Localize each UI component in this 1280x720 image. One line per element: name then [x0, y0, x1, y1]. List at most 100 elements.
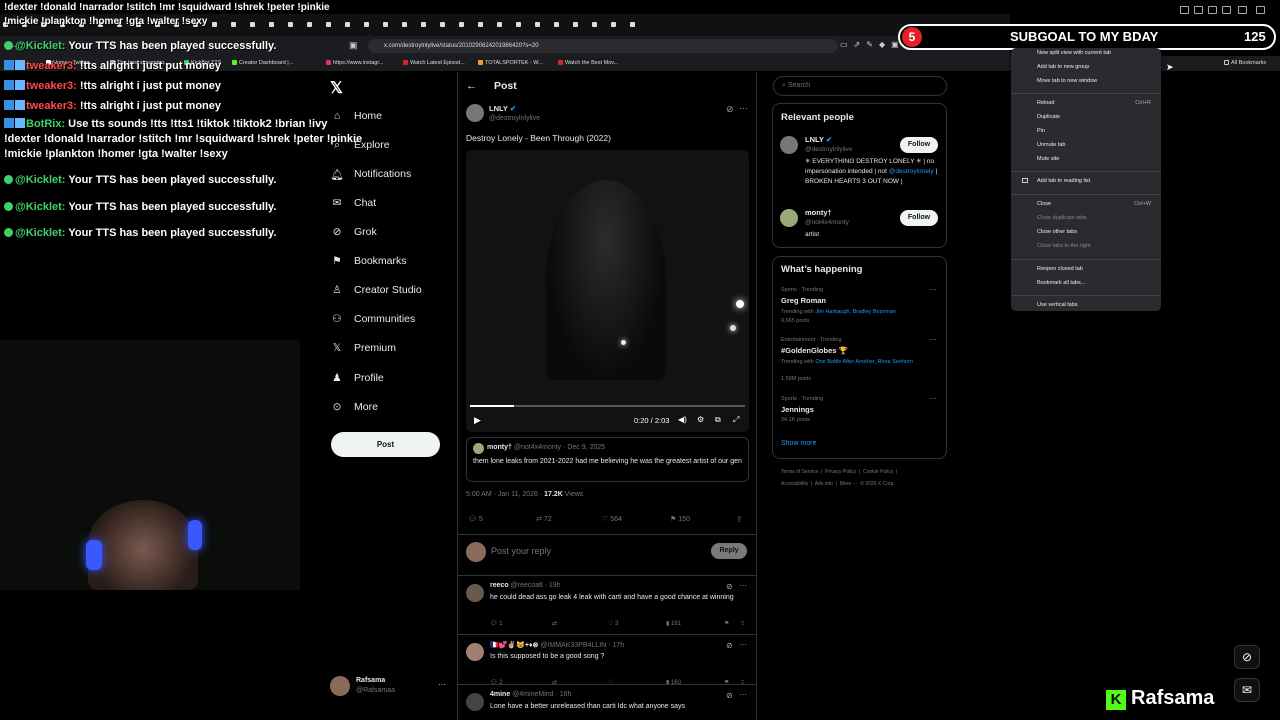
- reply-name[interactable]: reeco: [490, 582, 509, 589]
- nav-item-more[interactable]: ⊙ More: [330, 397, 378, 417]
- trend-item[interactable]: Sports · Trending ··· Greg Roman Trending w…: [781, 285, 941, 333]
- author-avatar[interactable]: [466, 104, 484, 122]
- reply-more-icon[interactable]: ···: [739, 640, 747, 649]
- person-handle[interactable]: @not4x4monty: [805, 219, 849, 226]
- nav-item-home[interactable]: ⌂ Home: [330, 106, 382, 126]
- reply-handle[interactable]: @4mineMind · 16h: [512, 691, 571, 698]
- trend-more-icon[interactable]: ···: [929, 285, 937, 294]
- repost-action[interactable]: ⇄: [552, 620, 557, 627]
- like-action[interactable]: ♡ 3: [608, 620, 618, 627]
- menu-item[interactable]: Pin: [1037, 128, 1045, 134]
- views-action[interactable]: ▮ 191: [666, 620, 681, 627]
- reply-button[interactable]: Reply: [711, 543, 747, 559]
- browser-tab[interactable]: [475, 14, 494, 36]
- bookmark-item[interactable]: Creator Dashboard |...: [232, 56, 293, 71]
- reply-input[interactable]: Post your reply: [491, 546, 551, 556]
- menu-item[interactable]: Close: [1037, 201, 1051, 207]
- bio-link[interactable]: @destroylonely: [889, 168, 934, 175]
- browser-tab[interactable]: [266, 14, 285, 36]
- bookmark-item[interactable]: https://www.instagr...: [326, 56, 383, 71]
- reply-avatar[interactable]: [466, 693, 484, 711]
- menu-item[interactable]: Bookmark all tabs...: [1037, 280, 1085, 286]
- toolbar-icon[interactable]: [1222, 6, 1231, 14]
- nav-item-premium[interactable]: 𝕏 Premium: [330, 338, 396, 358]
- browser-tab[interactable]: [456, 14, 475, 36]
- post-more-icon[interactable]: ···: [739, 103, 748, 113]
- menu-item[interactable]: Add tab to reading list: [1037, 178, 1090, 184]
- author-name[interactable]: LNLY ✔: [489, 104, 516, 113]
- reply-post[interactable]: 4mine @4mineMind · 16h ⊘ ··· Lone have a be…: [458, 684, 756, 720]
- browser-tab[interactable]: [513, 14, 532, 36]
- menu-item[interactable]: Close other tabs: [1037, 229, 1077, 235]
- browser-tab[interactable]: [494, 14, 513, 36]
- person-handle[interactable]: @destroylnlylive: [805, 146, 852, 153]
- chat-username[interactable]: tweaker3:: [26, 80, 77, 92]
- chat-username[interactable]: tweaker3:: [26, 100, 77, 112]
- reply-handle[interactable]: @reecoatl · 19h: [511, 582, 561, 589]
- menu-item[interactable]: Use vertical tabs: [1037, 302, 1078, 308]
- nav-item-grok[interactable]: ⊘ Grok: [330, 222, 377, 242]
- trend-item[interactable]: Sports · Trending ··· Jennings 24.1K posts: [781, 394, 941, 442]
- browser-tab[interactable]: [418, 14, 437, 36]
- like-action[interactable]: ♡ 564: [602, 515, 622, 523]
- bookmark-action[interactable]: ⚑ 150: [670, 515, 690, 523]
- bookmark-item[interactable]: Watch Latest Episod...: [403, 56, 465, 71]
- trend-more-icon[interactable]: ···: [929, 335, 937, 344]
- browser-tab[interactable]: [247, 14, 266, 36]
- person-name[interactable]: LNLY ✔: [805, 135, 832, 144]
- browser-tab[interactable]: [570, 14, 589, 36]
- browser-tab[interactable]: [627, 14, 646, 36]
- volume-icon[interactable]: ◀): [678, 415, 687, 424]
- account-switcher[interactable]: Rafsama @Rafsamaa ···: [330, 676, 448, 698]
- nav-item-notifications[interactable]: 🔔︎ Notifications: [330, 164, 411, 184]
- post-button[interactable]: Post: [331, 432, 440, 457]
- browser-tab[interactable]: [437, 14, 456, 36]
- bookmark-icon[interactable]: ⚑: [724, 620, 729, 627]
- bookmark-item[interactable]: TOTALSPORTEK - W...: [478, 56, 543, 71]
- video-player[interactable]: ▶ 0:20 / 2:03 ◀) ⚙ ⧉ ⤢: [466, 150, 749, 432]
- browser-tab[interactable]: [589, 14, 608, 36]
- nav-item-bookmarks[interactable]: ⚑ Bookmarks: [330, 251, 406, 271]
- trend-related-link[interactable]: One Battle After Another, Rhea Seehorn: [815, 359, 913, 365]
- share-icon[interactable]: ⇪: [740, 620, 745, 627]
- all-bookmarks[interactable]: All Bookmarks: [1224, 56, 1266, 71]
- menu-item[interactable]: Reload: [1037, 100, 1054, 106]
- reply-more-icon[interactable]: ···: [739, 581, 747, 590]
- quoted-post[interactable]: monty† @not4x4monty · Dec 9, 2025 them l…: [466, 437, 749, 482]
- browser-tab[interactable]: [228, 14, 247, 36]
- chat-username[interactable]: @Kicklet:: [15, 174, 65, 186]
- nav-item-creator-studio[interactable]: ♙ Creator Studio: [330, 280, 421, 300]
- reply-name[interactable]: 4mine: [490, 691, 510, 698]
- menu-item[interactable]: Unmute tab: [1037, 142, 1065, 148]
- chat-username[interactable]: @Kicklet:: [15, 40, 65, 52]
- nav-item-communities[interactable]: ⚇ Communities: [330, 309, 415, 329]
- reply-post[interactable]: reeco @reecoatl · 19h ⊘ ··· he could dead a…: [458, 575, 756, 633]
- chat-username[interactable]: @Kicklet:: [15, 227, 65, 239]
- footer-links[interactable]: Terms of Service | Privacy Policy | Cook…: [781, 469, 897, 475]
- more-icon[interactable]: ···: [438, 680, 446, 689]
- reply-grok-icon[interactable]: ⊘: [726, 691, 733, 700]
- toolbar-icon[interactable]: [1256, 6, 1265, 14]
- trend-item[interactable]: Entertainment · Trending ··· #GoldenGlobes…: [781, 335, 941, 383]
- reply-action[interactable]: 💬︎ 1: [490, 620, 503, 627]
- address-bar[interactable]: x.com/destroylnlylive/status/20102906242…: [368, 39, 838, 53]
- menu-item[interactable]: Mute site: [1037, 156, 1059, 162]
- grok-float-icon[interactable]: ⊘: [1234, 645, 1260, 669]
- browser-tab[interactable]: [551, 14, 570, 36]
- menu-item[interactable]: Reopen closed tab: [1037, 266, 1083, 272]
- toolbar-icon[interactable]: [1238, 6, 1247, 14]
- follow-button[interactable]: Follow: [900, 137, 938, 153]
- menu-item[interactable]: Move tab to new window: [1037, 78, 1097, 84]
- bookmark-item[interactable]: Watch the Best Mov...: [558, 56, 618, 71]
- person-name[interactable]: monty†: [805, 208, 832, 217]
- author-handle[interactable]: @destroylnlylive: [489, 115, 540, 122]
- reply-grok-icon[interactable]: ⊘: [726, 582, 733, 591]
- share-icon[interactable]: ⇪: [736, 515, 743, 524]
- browser-tab[interactable]: [285, 14, 304, 36]
- browser-tab[interactable]: [342, 14, 361, 36]
- reply-more-icon[interactable]: ···: [739, 690, 747, 699]
- browser-tab[interactable]: [304, 14, 323, 36]
- browser-tab[interactable]: [209, 14, 228, 36]
- toolbar-icon[interactable]: [1180, 6, 1189, 14]
- repost-action[interactable]: ⇄ 72: [536, 515, 552, 523]
